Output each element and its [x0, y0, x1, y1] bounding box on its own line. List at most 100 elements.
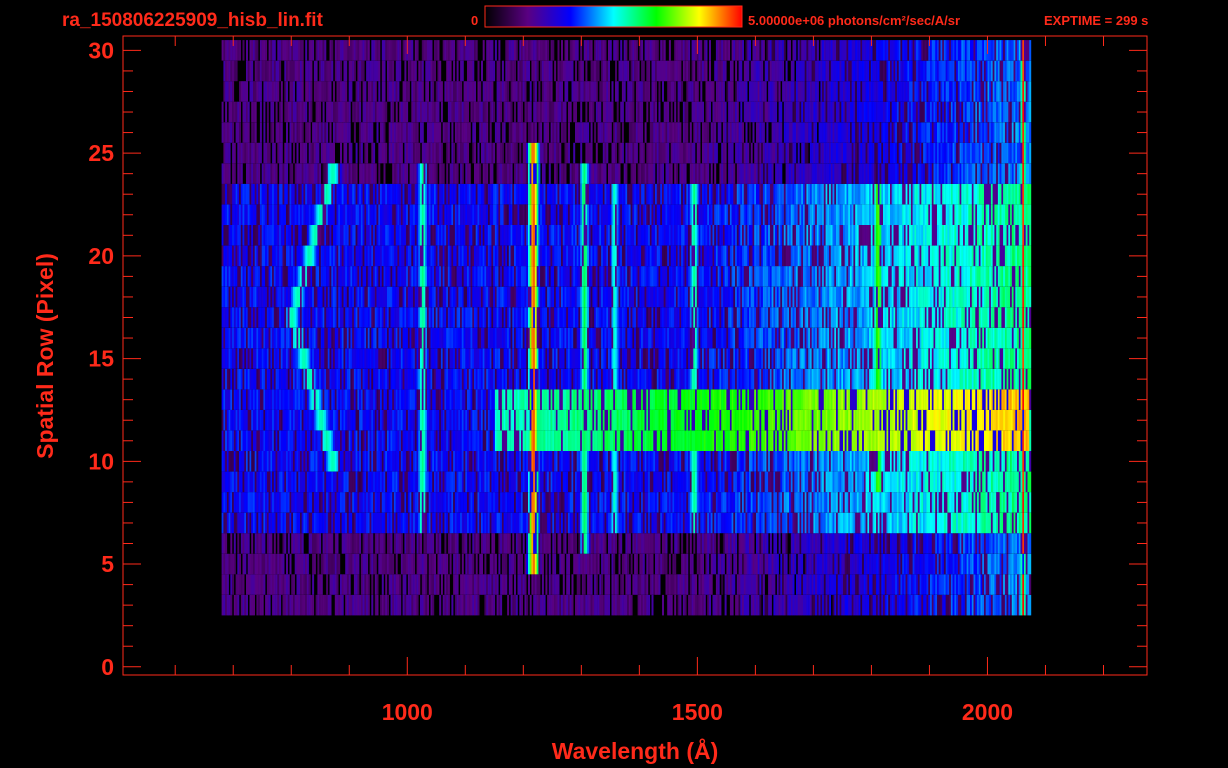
heatmap-cell [625, 430, 628, 451]
heatmap-cell [247, 389, 250, 410]
heatmap-cell [432, 574, 435, 595]
heatmap-cell [891, 471, 894, 493]
heatmap-cell [715, 409, 718, 431]
heatmap-cell [956, 492, 959, 513]
heatmap-cell [616, 512, 619, 534]
heatmap-cell [242, 553, 245, 575]
heatmap-cell [990, 574, 993, 595]
heatmap-cell [982, 451, 985, 472]
heatmap-cell [1025, 409, 1028, 431]
heatmap-cell [273, 368, 276, 390]
heatmap-cell [742, 409, 744, 431]
heatmap-cell [557, 430, 560, 451]
heatmap-cell [294, 512, 297, 534]
heatmap-cell [668, 574, 671, 595]
heatmap-cell [312, 409, 315, 431]
heatmap-cell [287, 533, 290, 554]
heatmap-cell [376, 574, 379, 595]
heatmap-cell [467, 451, 469, 472]
heatmap-cell [956, 471, 959, 493]
heatmap-cell [848, 553, 851, 575]
heatmap-cell [306, 594, 309, 616]
heatmap-cell [990, 451, 993, 472]
heatmap-cell [514, 512, 516, 534]
heatmap-cell [413, 533, 416, 554]
heatmap-cell [362, 492, 365, 513]
heatmap-cell [587, 430, 590, 451]
heatmap-cell [484, 471, 487, 493]
heatmap-cell [684, 594, 687, 616]
heatmap-cell [621, 512, 624, 534]
heatmap-cell [414, 512, 417, 534]
heatmap-cell [698, 471, 701, 493]
heatmap-cell [938, 389, 941, 410]
heatmap-cell [355, 368, 358, 390]
heatmap-cell [707, 389, 710, 410]
heatmap-cell [423, 430, 426, 451]
heatmap-cell [797, 471, 800, 493]
heatmap-cell [341, 512, 344, 534]
heatmap-cell [265, 430, 268, 451]
heatmap-cell [879, 594, 882, 616]
heatmap-cell [581, 553, 584, 575]
heatmap-cell [663, 533, 666, 554]
heatmap-cell [350, 492, 353, 513]
heatmap-cell [827, 451, 830, 472]
heatmap-cell [695, 409, 697, 431]
heatmap-cell [970, 492, 972, 513]
heatmap-cell [707, 451, 710, 472]
heatmap-cell [809, 492, 812, 513]
heatmap-cell [294, 492, 297, 513]
heatmap-cell [435, 368, 438, 390]
heatmap-cell [428, 430, 431, 451]
heatmap-cell [832, 512, 835, 534]
heatmap-cell [380, 409, 382, 431]
heatmap-cell [458, 553, 461, 575]
heatmap-cell [453, 471, 456, 493]
heatmap-cell [870, 594, 873, 616]
heatmap-cell [604, 594, 607, 616]
heatmap-cell [771, 553, 774, 575]
heatmap-cell [776, 553, 779, 575]
heatmap-cell [569, 389, 572, 410]
heatmap-cell [752, 533, 755, 554]
heatmap-cell [912, 492, 915, 513]
heatmap-cell [870, 553, 873, 575]
heatmap-cell [303, 471, 306, 493]
heatmap-cell [526, 451, 529, 472]
heatmap-cell [912, 451, 915, 472]
heatmap-cell [729, 553, 732, 575]
heatmap-cell [467, 471, 469, 493]
heatmap-cell [225, 533, 228, 554]
heatmap-cell [815, 574, 818, 595]
heatmap-cell [935, 492, 938, 513]
heatmap-cell [500, 451, 503, 472]
heatmap-cell [797, 409, 800, 431]
heatmap-cell [883, 389, 885, 410]
heatmap-cell [681, 533, 684, 554]
heatmap-cell [406, 451, 409, 472]
heatmap-cell [883, 533, 885, 554]
heatmap-cell [985, 451, 988, 472]
heatmap-cell [658, 574, 661, 595]
heatmap-cell [930, 594, 932, 616]
heatmap-cell [259, 574, 262, 595]
heatmap-cell [715, 512, 718, 534]
heatmap-cell [439, 533, 442, 554]
heatmap-cell [223, 430, 226, 451]
heatmap-cell [552, 430, 555, 451]
heatmap-cell [230, 409, 233, 431]
heatmap-cell [453, 512, 456, 534]
heatmap-cell [529, 594, 532, 616]
heatmap-cell [371, 574, 374, 595]
heatmap-cell [461, 533, 464, 554]
heatmap-cell [634, 430, 637, 451]
heatmap-cell [836, 451, 838, 472]
heatmap-cell [587, 471, 590, 493]
heatmap-cell [230, 451, 233, 472]
heatmap-cell [714, 553, 717, 575]
heatmap-cell [548, 430, 551, 451]
heatmap-cell [702, 409, 704, 431]
heatmap-cell [458, 512, 461, 534]
heatmap-cell [508, 553, 511, 575]
